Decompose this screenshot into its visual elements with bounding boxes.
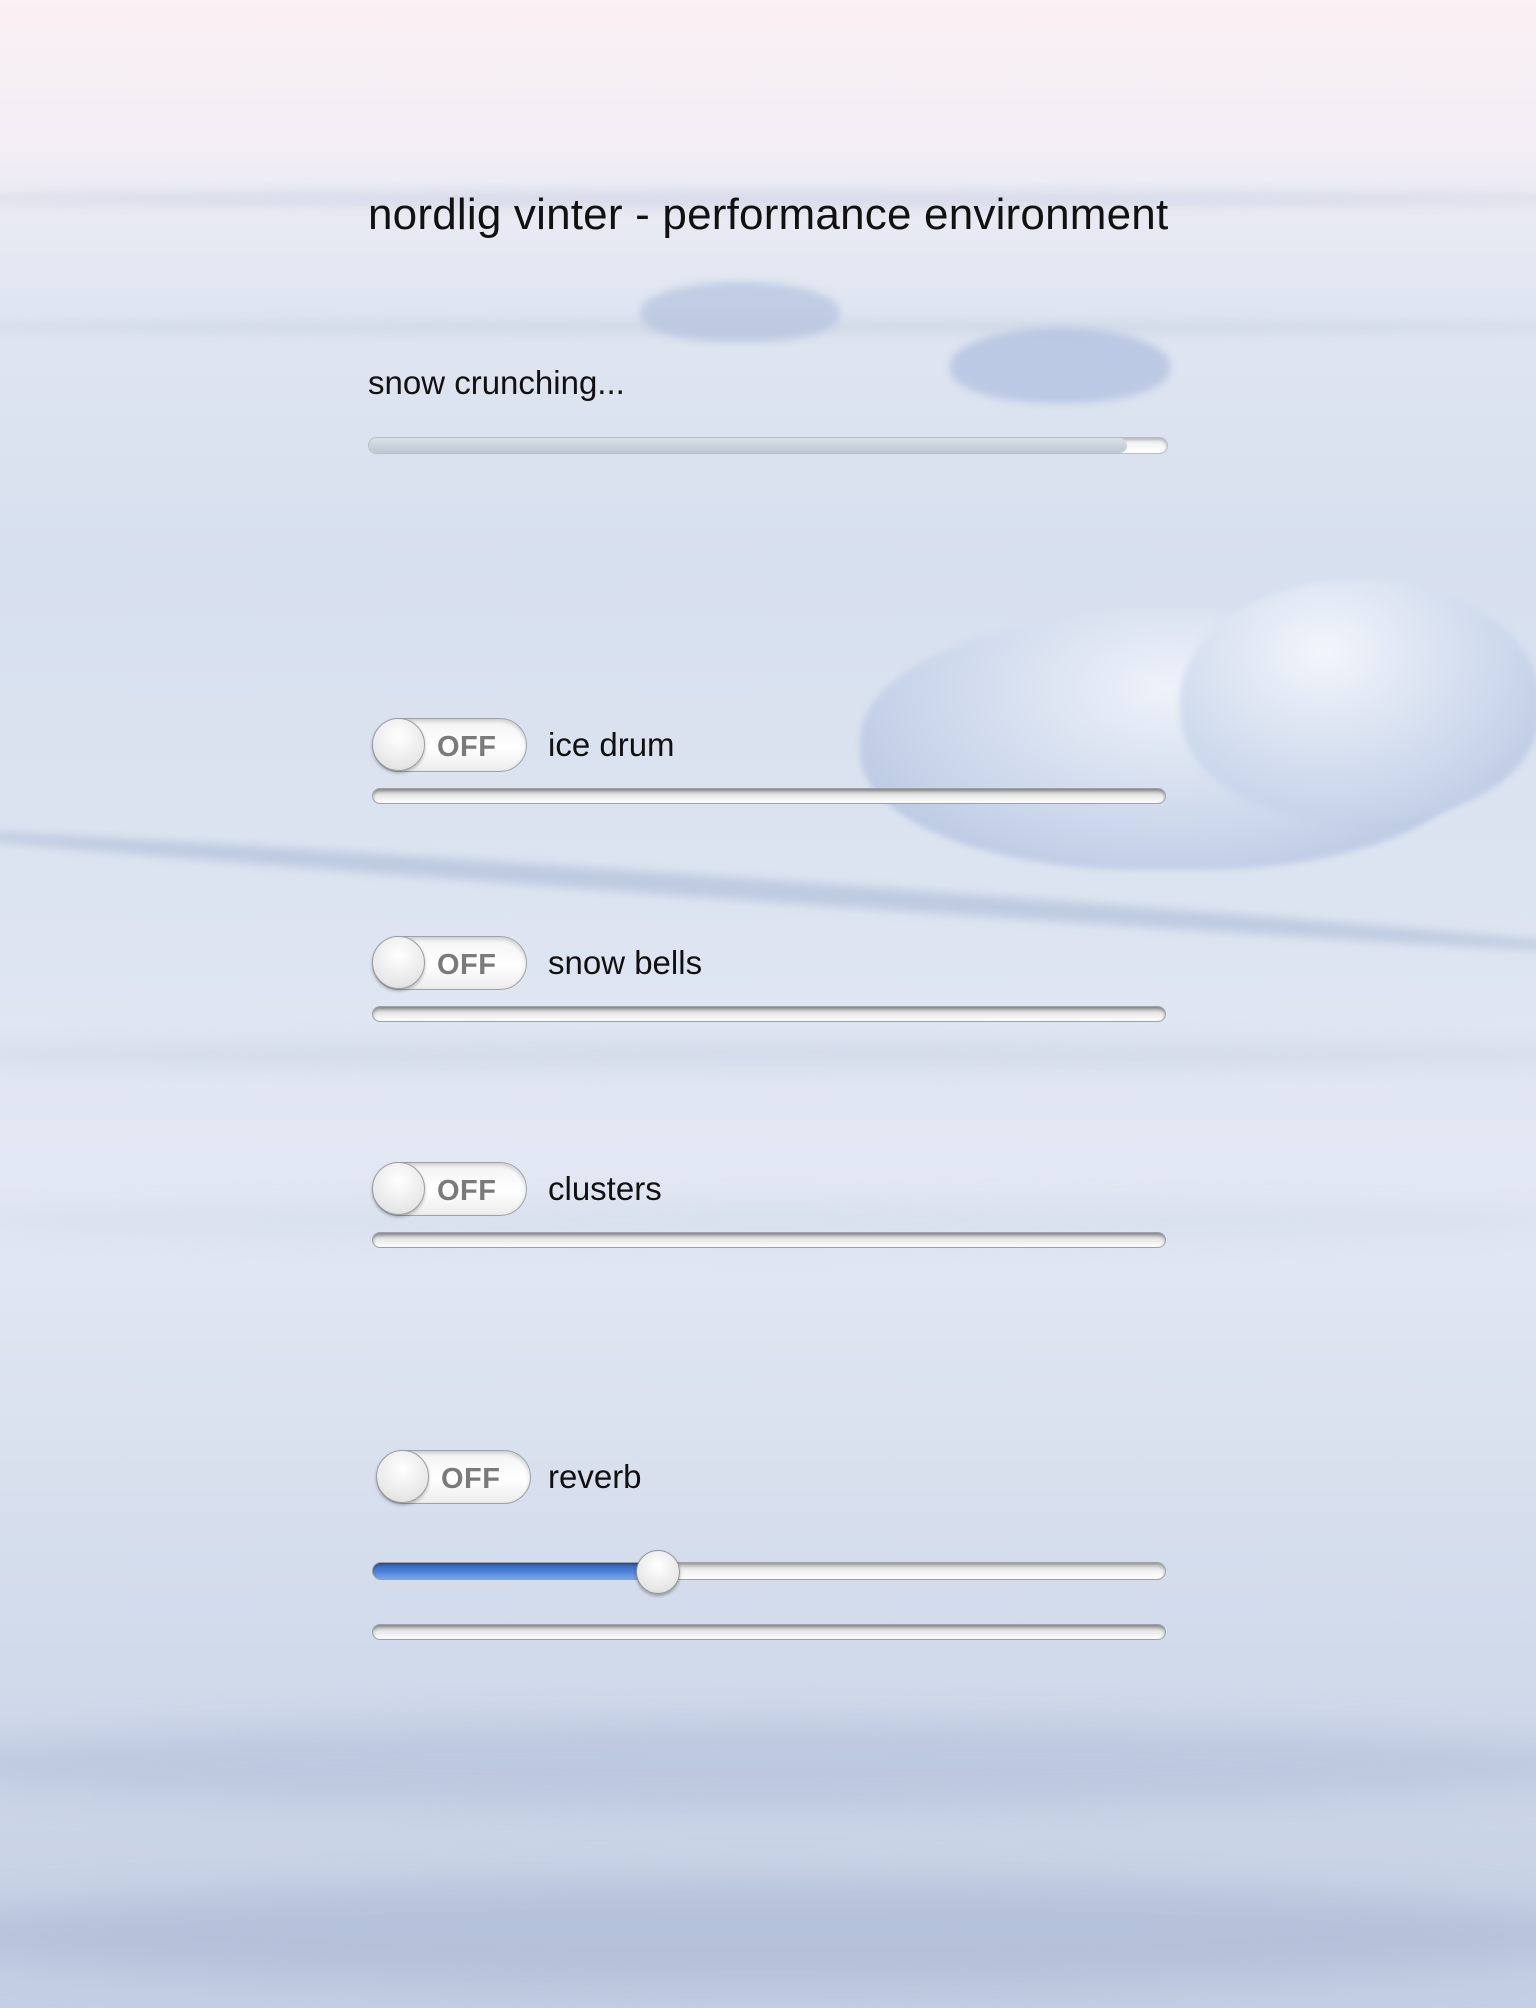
channel-label: ice drum [548,726,675,763]
snow-shadow [0,1880,1536,1990]
snow-shadow [0,1040,1536,1070]
ice-drum-toggle[interactable]: OFF [372,718,527,772]
channel-label: reverb [548,1458,642,1495]
snow-bells-toggle[interactable]: OFF [372,936,527,990]
snow-bells-level-meter [372,1006,1166,1022]
snow-shadow [0,1720,1536,1810]
snow-mound [640,282,840,342]
snow-drift [1180,580,1536,820]
reverb-amount-slider[interactable] [372,1550,1166,1594]
toggle-state-text: OFF [437,731,497,763]
progress-fill [369,438,1128,453]
status-label: snow crunching... [368,364,625,401]
clusters-level-meter [372,1232,1166,1248]
channel-label: clusters [548,1170,662,1207]
channel-label: snow bells [548,944,703,981]
slider-fill [373,1563,659,1579]
toggle-state-text: OFF [441,1463,501,1495]
toggle-knob[interactable] [372,718,425,771]
toggle-knob[interactable] [372,1162,425,1215]
toggle-state-text: OFF [437,1175,497,1207]
page-title: nordlig vinter - performance environment [368,190,1169,239]
reverb-level-meter [372,1624,1166,1640]
progress-bar [368,437,1168,454]
toggle-knob[interactable] [372,936,425,989]
ice-drum-level-meter [372,788,1166,804]
toggle-state-text: OFF [437,949,497,981]
snow-landscape-background [0,0,1536,2008]
clusters-toggle[interactable]: OFF [372,1162,527,1216]
reverb-toggle[interactable]: OFF [376,1450,531,1504]
toggle-knob[interactable] [376,1450,429,1503]
snow-mound [950,328,1170,403]
slider-thumb[interactable] [636,1550,681,1594]
